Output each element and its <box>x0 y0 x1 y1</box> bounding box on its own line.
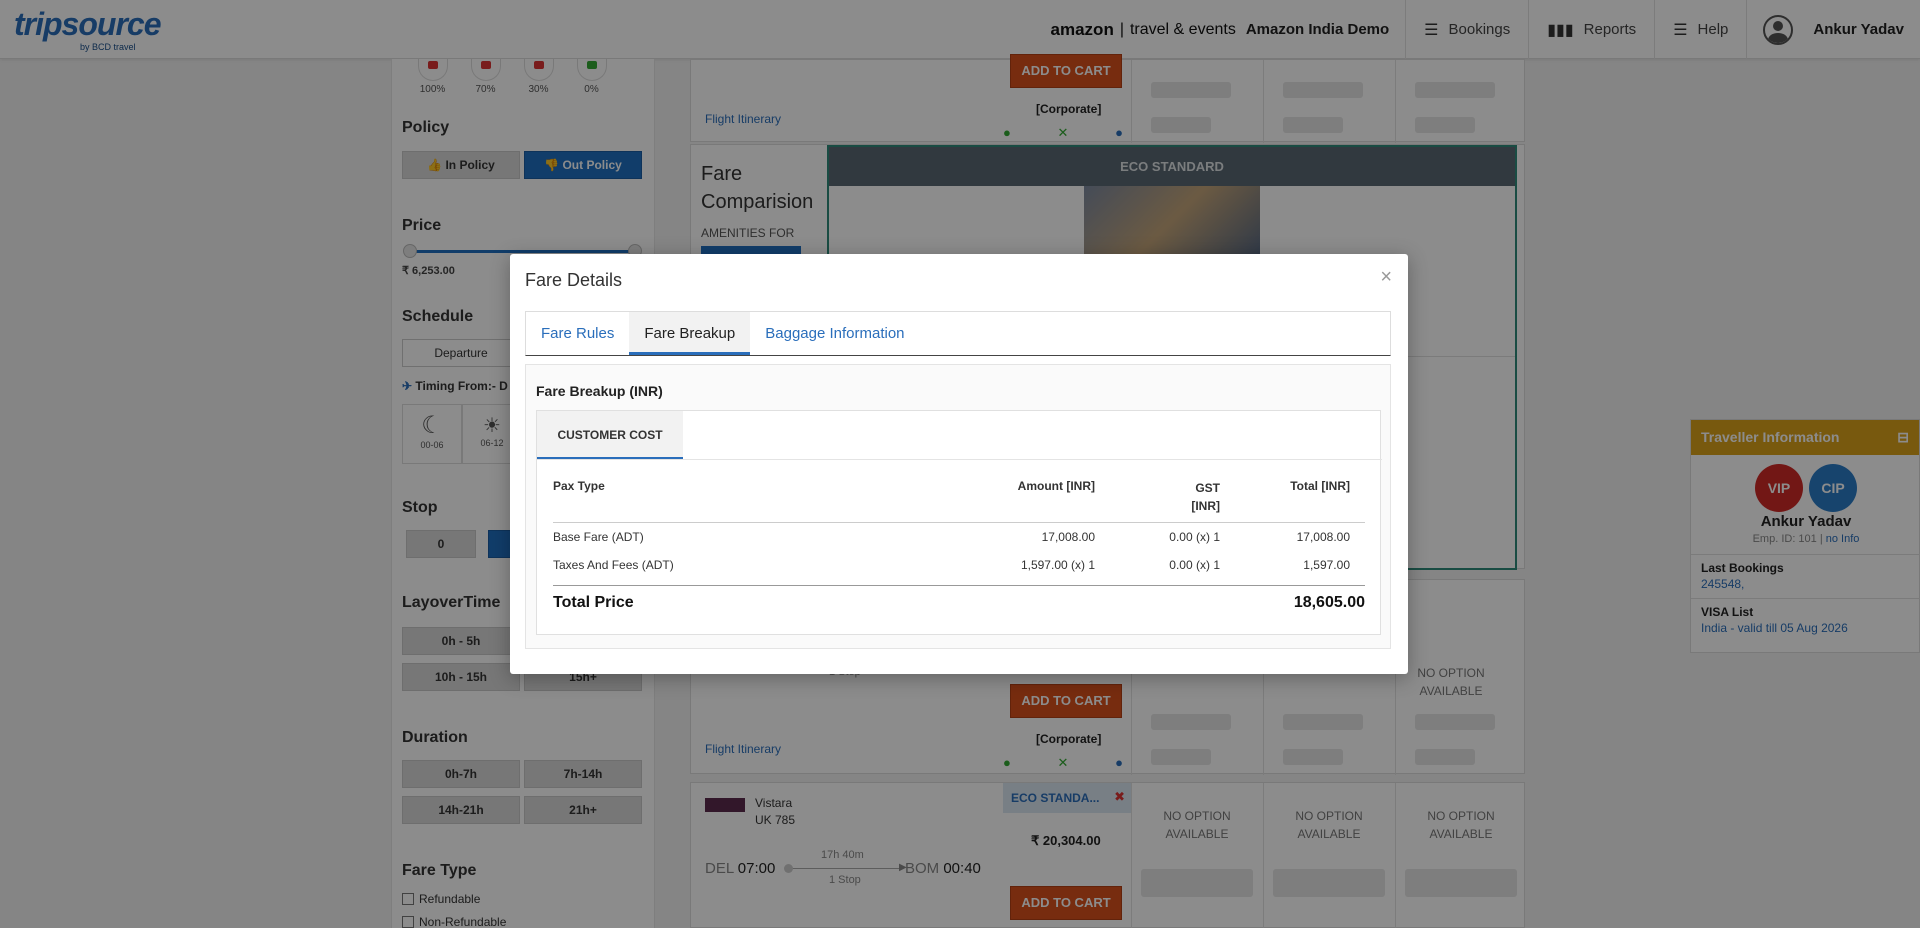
tab-fare-breakup[interactable]: Fare Breakup <box>629 312 751 355</box>
row-pax: Base Fare (ADT) <box>553 530 644 544</box>
total-price-value: 18,605.00 <box>1293 594 1365 611</box>
row-total: 1,597.00 <box>1303 558 1350 572</box>
tab-underline <box>537 459 1382 460</box>
row-gst: 0.00 (x) 1 <box>1169 558 1220 572</box>
fare-breakup-panel: Fare Breakup (INR) CUSTOMER COST Pax Typ… <box>525 364 1391 649</box>
col-header-pax: Pax Type <box>553 479 605 493</box>
header-divider <box>553 522 1365 523</box>
fare-details-modal: Fare Details × Fare Rules Fare Breakup B… <box>510 254 1408 674</box>
col-header-total: Total [INR] <box>1290 479 1350 493</box>
row-amount: 17,008.00 <box>1041 530 1095 544</box>
tab-fare-rules[interactable]: Fare Rules <box>526 312 629 355</box>
close-icon[interactable]: × <box>1380 266 1392 289</box>
customer-cost-box: CUSTOMER COST Pax Type Amount [INR] GST … <box>536 410 1382 635</box>
modal-title: Fare Details <box>525 270 623 290</box>
tab-baggage-information[interactable]: Baggage Information <box>750 312 919 355</box>
col-header-amount: Amount [INR] <box>1017 479 1095 493</box>
col-header-gst: GST [INR] <box>1191 481 1220 513</box>
row-total: 17,008.00 <box>1296 530 1350 544</box>
row-pax: Taxes And Fees (ADT) <box>553 558 674 572</box>
fare-breakup-title: Fare Breakup (INR) <box>536 383 663 399</box>
row-amount: 1,597.00 (x) 1 <box>1020 558 1095 572</box>
fare-details-tabs: Fare Rules Fare Breakup Baggage Informat… <box>525 311 1391 356</box>
row-gst: 0.00 (x) 1 <box>1169 530 1220 544</box>
total-price-label: Total Price <box>553 594 634 611</box>
tab-customer-cost[interactable]: CUSTOMER COST <box>537 411 683 459</box>
total-divider <box>553 585 1365 586</box>
